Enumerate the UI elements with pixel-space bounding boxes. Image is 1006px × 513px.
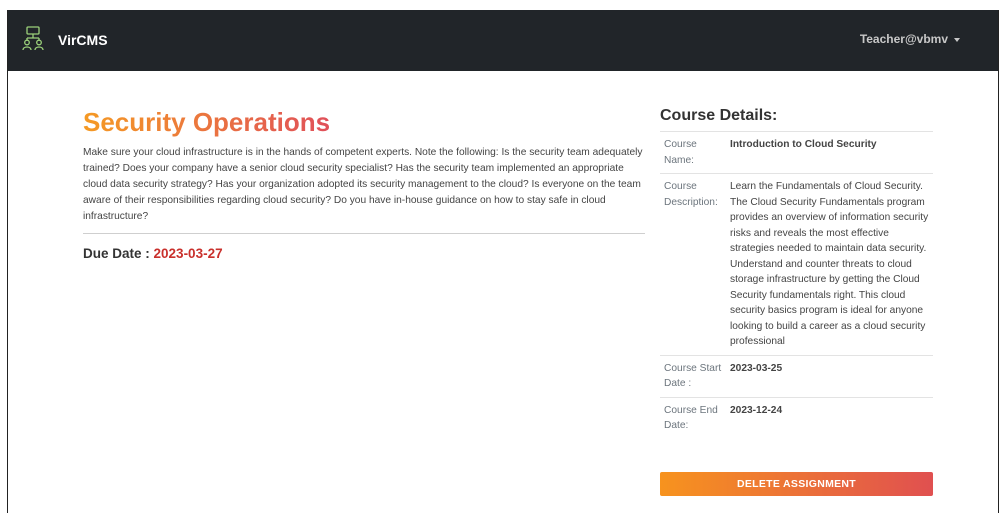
course-details-table: Course Name: Introduction to Cloud Secur…: [660, 131, 933, 439]
main-content: Security Operations Make sure your cloud…: [8, 71, 998, 513]
caret-down-icon: [954, 37, 960, 42]
table-row: Course Start Date : 2023-03-25: [660, 354, 933, 397]
user-menu-dropdown[interactable]: Teacher@vbmv: [860, 32, 960, 46]
course-details-panel: Course Details: Course Name: Introductio…: [660, 105, 933, 439]
navbar: VirCMS Teacher@vbmv: [8, 10, 998, 71]
assignment-panel: Security Operations Make sure your cloud…: [83, 105, 645, 261]
table-row: Course End Date: 2023-12-24: [660, 396, 933, 439]
table-row: Course Description: Learn the Fundamenta…: [660, 173, 933, 355]
course-details-heading: Course Details:: [660, 107, 778, 124]
due-date-label: Due Date :: [83, 246, 150, 261]
divider: [83, 233, 645, 234]
delete-assignment-button[interactable]: DELETE ASSIGNMENT: [660, 472, 933, 496]
course-start-label: Course Start Date :: [660, 354, 726, 397]
user-name: Teacher@vbmv: [859, 32, 948, 46]
course-end-value: 2023-12-24: [726, 396, 933, 439]
assignment-description: Make sure your cloud infrastructure is i…: [83, 147, 643, 222]
course-end-label: Course End Date:: [660, 396, 726, 439]
brand-name[interactable]: VirCMS: [58, 32, 108, 48]
course-name-value: Introduction to Cloud Security: [726, 131, 933, 174]
due-date-row: Due Date : 2023-03-27: [83, 246, 645, 261]
app-window: VirCMS Teacher@vbmv Security Operations …: [7, 10, 999, 513]
due-date-value: 2023-03-27: [153, 246, 223, 261]
table-row: Course Name: Introduction to Cloud Secur…: [660, 131, 933, 174]
course-name-label: Course Name:: [660, 131, 726, 174]
people-network-icon[interactable]: [22, 26, 44, 52]
course-description-value: Learn the Fundamentals of Cloud Security…: [726, 173, 933, 355]
course-description-label: Course Description:: [660, 173, 726, 355]
course-start-value: 2023-03-25: [726, 354, 933, 397]
assignment-title: Security Operations: [83, 107, 331, 137]
